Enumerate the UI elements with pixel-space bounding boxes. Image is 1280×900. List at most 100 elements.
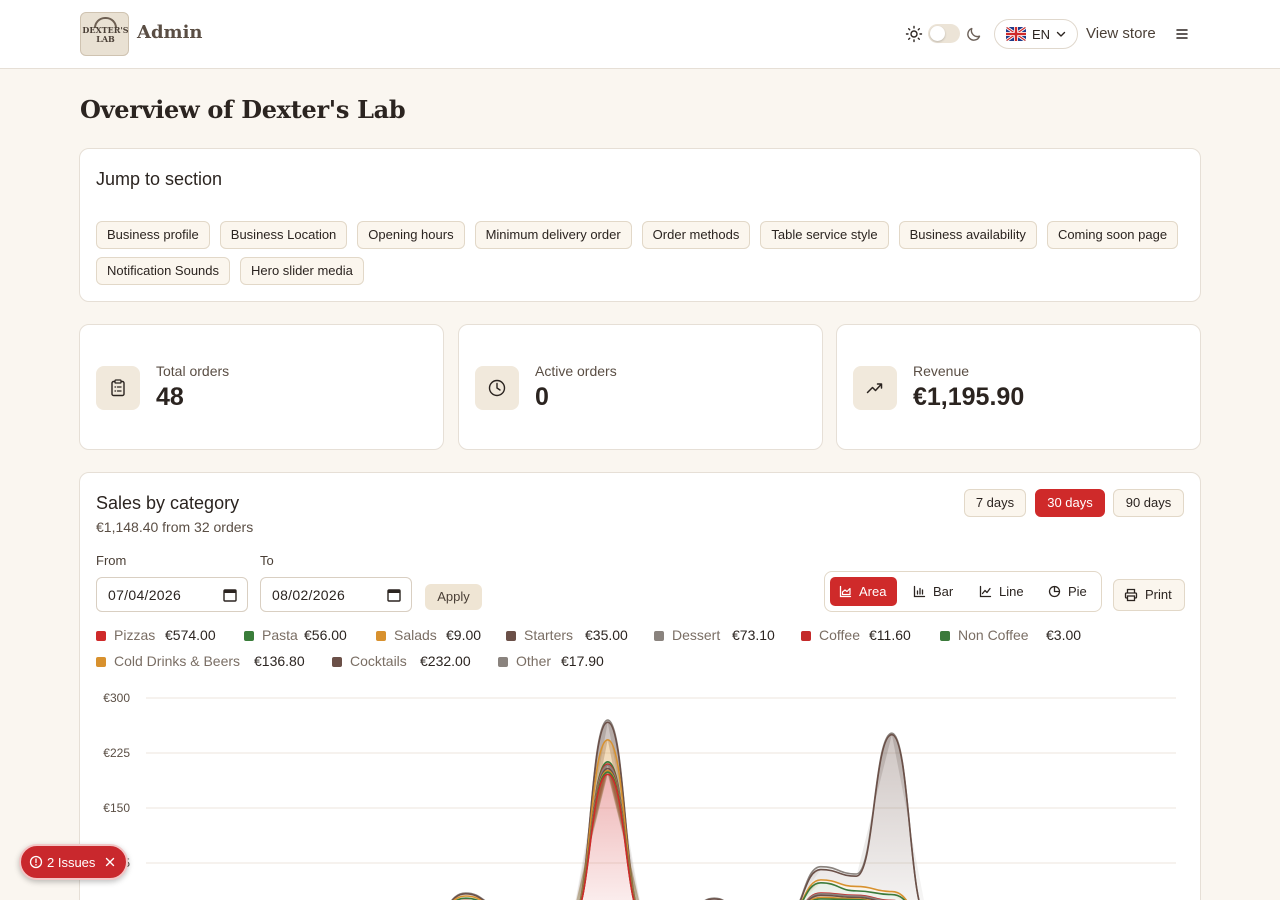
area-fill-dessert: [576, 765, 880, 900]
stat-card-active-orders: Active orders 0: [458, 324, 823, 450]
area-fill-starters: [576, 768, 874, 900]
sun-icon: [905, 25, 923, 43]
area-fill-pizzas: [581, 774, 634, 900]
section-chip-business-profile[interactable]: Business profile: [96, 221, 210, 249]
section-chip-opening-hours[interactable]: Opening hours: [357, 221, 465, 249]
sales-title: Sales by category: [96, 493, 240, 513]
chart-type-area-button[interactable]: Area: [830, 577, 897, 606]
area-line-salads[interactable]: [146, 769, 1176, 900]
legend-swatch: [376, 631, 386, 641]
chart-type-pie-button[interactable]: Pie: [1039, 577, 1097, 606]
printer-icon: [1124, 588, 1138, 602]
theme-toggle[interactable]: [928, 24, 960, 43]
from-date-value: 07/04/2026: [108, 587, 182, 603]
chart-type-label: Bar: [933, 584, 954, 599]
trending-up-icon: [866, 383, 883, 394]
area-line-non-coffee[interactable]: [146, 760, 1176, 900]
issues-count: 2 Issues: [47, 855, 96, 870]
calendar-icon[interactable]: [387, 588, 401, 602]
legend-value: €17.90: [561, 653, 604, 669]
alert-circle-icon: [29, 855, 43, 869]
y-tick-label: €225: [103, 746, 130, 760]
area-line-coffee[interactable]: [146, 763, 1176, 900]
stat-icon-box: [96, 366, 140, 410]
chart-type-line-button[interactable]: Line: [970, 577, 1032, 606]
print-button[interactable]: Print: [1113, 579, 1185, 611]
stat-value: 48: [156, 383, 184, 411]
legend-swatch: [801, 631, 811, 641]
area-line-cocktails[interactable]: [146, 721, 1176, 900]
area-line-dessert[interactable]: [146, 764, 1176, 900]
y-tick-label: €150: [103, 801, 130, 815]
area-fill-cocktails: [452, 722, 919, 900]
area-line-cold-drinks-beers[interactable]: [146, 738, 1176, 900]
area-fill-cold-drinks-beers: [454, 739, 907, 900]
area-line-pasta[interactable]: [146, 771, 1176, 900]
uk-flag-icon: [1006, 27, 1026, 41]
legend-value: €9.00: [446, 627, 482, 643]
range-7-days-button[interactable]: 7 days: [964, 489, 1026, 517]
legend-value: €11.60: [869, 627, 911, 643]
hamburger-menu-icon[interactable]: [1174, 26, 1190, 42]
stat-icon-box: [475, 366, 519, 410]
section-chip-coming-soon-page[interactable]: Coming soon page: [1046, 221, 1179, 249]
print-label: Print: [1145, 587, 1172, 602]
section-chip-order-methods[interactable]: Order methods: [641, 221, 751, 249]
stat-value: 0: [535, 383, 549, 411]
section-chip-notification-sounds[interactable]: Notification Sounds: [96, 257, 231, 285]
legend-name: Cold Drinks & Beers: [114, 653, 241, 669]
chart-type-label: Area: [859, 584, 887, 599]
stat-label: Active orders: [535, 363, 617, 379]
theme-toggle-knob: [930, 26, 945, 41]
chart-type-label: Line: [999, 584, 1024, 599]
section-chip-table-service-style[interactable]: Table service style: [760, 221, 889, 249]
section-chip-business-location[interactable]: Business Location: [219, 221, 348, 249]
stat-card-total-orders: Total orders 48: [79, 324, 444, 450]
from-date-input[interactable]: 07/04/2026: [96, 577, 248, 612]
to-date-input[interactable]: 08/02/2026: [260, 577, 412, 612]
store-logo[interactable]: DEXTER'S LAB: [80, 12, 129, 56]
area-line-pizzas[interactable]: [146, 773, 1176, 900]
view-store-link[interactable]: View store: [1086, 25, 1156, 42]
legend-swatch: [332, 657, 342, 667]
section-chip-hero-slider-media[interactable]: Hero slider media: [240, 257, 364, 285]
range-90-days-button[interactable]: 90 days: [1113, 489, 1184, 517]
chart-type-label: Pie: [1068, 584, 1087, 599]
stat-value: €1,195.90: [913, 383, 1025, 411]
pie-chart-icon: [1048, 585, 1061, 598]
stat-icon-box: [853, 366, 897, 410]
legend-name: Dessert: [672, 627, 721, 643]
calendar-icon[interactable]: [223, 588, 237, 602]
language-selector[interactable]: EN: [994, 19, 1078, 49]
sales-by-category-card: Sales by category €1,148.40 from 32 orde…: [79, 472, 1201, 900]
apply-button[interactable]: Apply: [425, 584, 482, 610]
issues-indicator[interactable]: 2 Issues: [19, 844, 128, 880]
legend-value: €574.00: [165, 627, 216, 643]
legend-swatch: [506, 631, 516, 641]
area-chart-icon: [839, 585, 852, 598]
section-chip-business-availability[interactable]: Business availability: [898, 221, 1037, 249]
area-line-other[interactable]: [146, 719, 1176, 900]
sales-subtitle: €1,148.40 from 32 orders: [96, 519, 254, 535]
area-fill-pasta: [576, 772, 864, 900]
to-label: To: [260, 553, 274, 568]
area-line-starters[interactable]: [146, 767, 1176, 900]
y-tick-label: €300: [103, 691, 130, 705]
legend-value: €73.10: [732, 627, 775, 643]
logo-text: DEXTER'S LAB: [82, 25, 129, 44]
chart-type-bar-button[interactable]: Bar: [904, 577, 962, 606]
close-icon[interactable]: [104, 856, 116, 868]
section-chip-minimum-delivery-order[interactable]: Minimum delivery order: [474, 221, 632, 249]
clock-icon: [488, 379, 506, 397]
legend-name: Coffee: [819, 627, 860, 643]
jump-to-section-card: Jump to section Business profile Busines…: [79, 148, 1201, 302]
legend-name: Pizzas: [114, 627, 156, 643]
moon-icon: [967, 27, 981, 41]
clipboard-icon: [111, 379, 125, 397]
page-title: Overview of Dexter's Lab: [80, 95, 406, 124]
legend-name: Pasta: [262, 627, 298, 643]
legend-value: €56.00: [304, 627, 347, 643]
range-30-days-button[interactable]: 30 days: [1035, 489, 1105, 517]
jump-to-section-title: Jump to section: [96, 169, 223, 189]
chart-type-switcher: Area Bar Line Pie: [824, 571, 1102, 612]
